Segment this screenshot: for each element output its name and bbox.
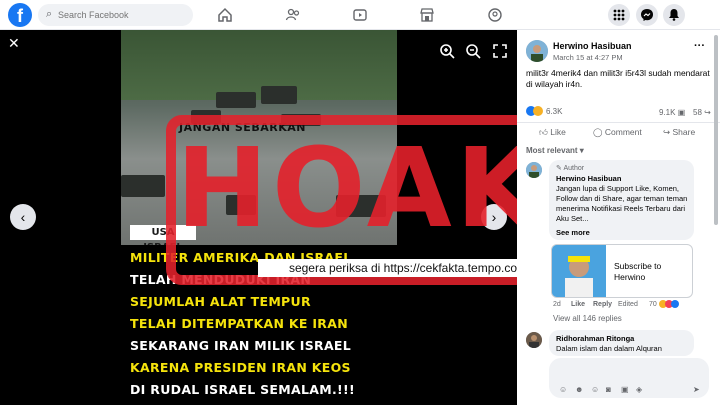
comment-text: Dalam islam dan dalam Alquran — [556, 344, 662, 353]
zoom-in-icon[interactable] — [438, 42, 456, 60]
caption-line: SEJUMLAH ALAT TEMPUR — [130, 294, 311, 309]
comment-text: Jangan lupa di Support Like, Komen, Foll… — [556, 184, 688, 223]
comments-count[interactable]: 9.1K ▣ — [659, 108, 685, 117]
home-icon[interactable] — [217, 7, 233, 23]
view-all-replies-link[interactable]: View all 146 replies — [553, 314, 622, 323]
comment-avatar[interactable] — [526, 332, 542, 348]
subscribe-image — [552, 245, 606, 297]
friends-icon[interactable] — [285, 7, 301, 23]
subscribe-text: Subscribe to Herwino — [614, 261, 662, 282]
send-icon[interactable]: ➤ — [693, 385, 700, 394]
avatar-sticker-icon[interactable]: ☺ — [559, 385, 567, 394]
like-icon: 👍︎ — [539, 127, 548, 137]
groups-icon[interactable] — [487, 7, 503, 23]
hoax-stamp-word: HOAKS — [176, 124, 629, 252]
emoji-icon[interactable]: ☻ — [575, 385, 583, 394]
comment-time: 2d — [553, 301, 561, 308]
messenger-button[interactable] — [636, 4, 658, 26]
sort-dropdown[interactable]: Most relevant ▾ — [526, 146, 584, 155]
author-badge: ✎ Author — [556, 165, 585, 172]
previous-button[interactable]: ‹ — [10, 204, 36, 230]
search-icon: ⌕ — [46, 8, 53, 20]
reactions-count: 6.3K — [546, 107, 563, 116]
caption-line: SEKARANG IRAN MILIK ISRAEL — [130, 338, 352, 353]
post-actions: 👍︎ Like ◯ Comment ↪ Share — [517, 122, 720, 140]
share-button[interactable]: ↪ Share — [663, 127, 695, 138]
marketplace-icon[interactable] — [419, 7, 435, 23]
post-author[interactable]: Herwino Hasibuan — [553, 41, 632, 51]
watch-icon[interactable] — [352, 7, 368, 23]
post-timestamp[interactable]: March 15 at 4:27 PM — [553, 53, 623, 62]
comment-like-button[interactable]: Like — [571, 301, 585, 308]
vehicle — [261, 86, 297, 104]
comment-reply-button[interactable]: Reply — [593, 301, 612, 308]
share-icon: ↪ — [663, 127, 671, 137]
comment-button[interactable]: ◯ Comment — [593, 127, 642, 138]
comment-edited-label: Edited — [618, 301, 638, 308]
zoom-out-icon[interactable] — [464, 42, 482, 60]
notifications-button[interactable] — [663, 4, 685, 26]
comment-reaction-count[interactable]: 70 — [649, 301, 657, 308]
facebook-logo[interactable]: f — [8, 3, 32, 27]
close-icon[interactable]: ✕ — [8, 36, 20, 50]
emoji-icon[interactable]: ☺ — [591, 385, 599, 394]
search-input[interactable] — [58, 7, 188, 23]
haha-reaction-icon — [533, 106, 543, 116]
comment-icon: ◯ — [593, 127, 603, 137]
like-button[interactable]: 👍︎ Like — [539, 127, 566, 138]
comment-avatar[interactable] — [526, 162, 542, 178]
comment-author[interactable]: Ridhorahman Ritonga — [556, 334, 634, 343]
vehicle — [121, 175, 165, 197]
more-options-icon[interactable]: ··· — [694, 40, 705, 52]
vehicle — [216, 92, 256, 108]
like-reaction-icon — [671, 300, 679, 308]
subscribe-card[interactable]: Subscribe to Herwino — [551, 244, 693, 298]
avatar[interactable] — [526, 40, 548, 62]
sticker-icon[interactable]: ◈ — [636, 385, 642, 394]
hoax-stamp-subtitle: segera periksa di https://cekfakta.tempo… — [258, 259, 548, 277]
comment-bubble: Ridhorahman Ritonga Dalam islam dan dala… — [549, 330, 694, 356]
messenger-icon — [641, 9, 653, 21]
post-panel: Herwino Hasibuan March 15 at 4:27 PM ···… — [517, 30, 720, 405]
search-box[interactable]: ⌕ — [38, 4, 193, 26]
bell-icon — [669, 9, 679, 21]
top-nav-bar: f ⌕ — [0, 0, 720, 30]
shares-count[interactable]: 58 ↪ — [693, 108, 711, 117]
caption-line: TELAH DITEMPATKAN KE IRAN — [130, 316, 348, 331]
caption-line: DI RUDAL ISRAEL SEMALAM.!!! — [130, 382, 356, 397]
gif-icon[interactable]: ▣ — [621, 385, 629, 394]
see-more-link[interactable]: See more — [556, 228, 590, 237]
fullscreen-icon[interactable] — [491, 42, 509, 60]
menu-button[interactable] — [608, 4, 630, 26]
camera-icon[interactable]: ◙ — [606, 385, 611, 394]
comment-author[interactable]: Herwino Hasibuan — [556, 174, 621, 183]
menu-icon — [613, 9, 625, 21]
caption-line: KARENA PRESIDEN IRAN KEOS — [130, 360, 351, 375]
panel-scrollbar[interactable] — [714, 35, 718, 225]
comment-bubble: ✎ Author Herwino Hasibuan Jangan lupa di… — [549, 160, 694, 240]
write-comment-input[interactable]: ☺ ☻ ☺ ◙ ▣ ◈ ➤ — [549, 358, 709, 398]
post-text: milit3r 4merik4 dan milit3r i5r43l sudah… — [526, 68, 710, 89]
